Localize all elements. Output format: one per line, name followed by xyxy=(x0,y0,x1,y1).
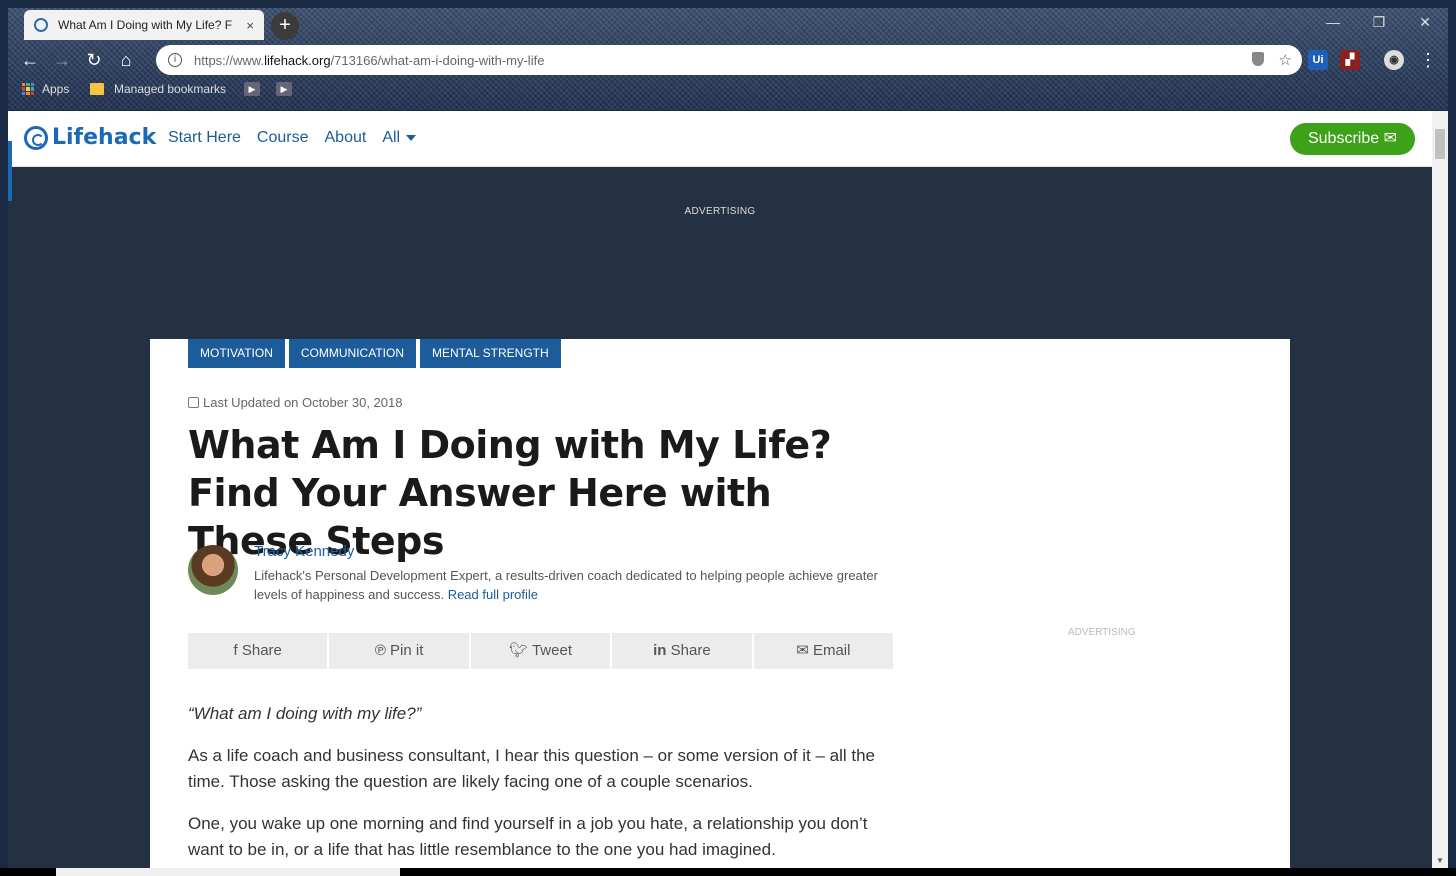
read-full-profile-link[interactable]: Read full profile xyxy=(448,587,538,602)
reload-icon[interactable]: ↻ xyxy=(82,48,106,72)
nav-all-label: All xyxy=(382,129,401,146)
desktop-frame: What Am I Doing with My Life? F × + — ❐ … xyxy=(0,0,1456,876)
category-motivation[interactable]: MOTIVATION xyxy=(188,339,285,368)
category-communication[interactable]: COMMUNICATION xyxy=(288,339,416,368)
bookmark-apps[interactable]: Apps xyxy=(22,82,69,96)
author-bio: Lifehack's Personal Development Expert, … xyxy=(254,566,904,604)
page-scrollbar[interactable]: ▼ xyxy=(1432,111,1448,869)
bookmark-managed-label: Managed bookmarks xyxy=(114,82,227,96)
nav-course[interactable]: Course xyxy=(257,129,309,147)
taskbar-window[interactable] xyxy=(56,868,400,876)
share-pinterest-label: Pin it xyxy=(390,642,424,659)
taskbar xyxy=(0,868,1456,876)
bookmarks-bar: Apps Managed bookmarks ▶ ▶ xyxy=(8,80,1448,104)
left-edge-strip xyxy=(8,141,12,201)
pinterest-icon: ℗ xyxy=(374,642,386,659)
subscribe-label: Subscribe xyxy=(1307,130,1380,147)
envelope-icon: ✉ xyxy=(796,642,809,659)
facebook-icon: f xyxy=(233,642,238,659)
subscribe-button[interactable]: Subscribe ✉ xyxy=(1290,123,1415,155)
bookmark-play-1[interactable]: ▶ xyxy=(244,82,260,96)
site-navbar: Lifehack Start Here Course About All Sub… xyxy=(8,111,1432,167)
share-linkedin-button[interactable]: in Share xyxy=(612,633,752,669)
caret-down-icon xyxy=(406,134,417,141)
author-avatar[interactable] xyxy=(188,545,238,595)
new-tab-button[interactable]: + xyxy=(271,12,299,40)
lifehack-logo[interactable]: Lifehack xyxy=(24,125,156,150)
category-tags: MOTIVATION COMMUNICATION MENTAL STRENGTH xyxy=(188,339,561,368)
url-text[interactable]: https://www.lifehack.org/713166/what-am-… xyxy=(194,53,544,68)
home-icon[interactable]: ⌂ xyxy=(114,48,138,72)
article-paragraph: As a life coach and business consultant,… xyxy=(188,746,875,791)
blocked-content-icon[interactable] xyxy=(1252,52,1264,66)
share-bar: f Share ℗ Pin it 🐦︎ Tweet in Share ✉ Ema… xyxy=(188,633,894,669)
play-bookmark-icon: ▶ xyxy=(276,82,292,96)
bookmark-managed[interactable]: Managed bookmarks xyxy=(90,82,226,96)
share-facebook-label: Share xyxy=(241,642,282,659)
tab-close-icon[interactable]: × xyxy=(246,18,254,33)
scroll-down-icon[interactable]: ▼ xyxy=(1436,856,1444,865)
article-body: “What am I doing with my life?” As a lif… xyxy=(188,701,893,869)
tab-title: What Am I Doing with My Life? F xyxy=(58,18,233,32)
restore-icon[interactable]: ❐ xyxy=(1356,8,1402,38)
apps-grid-icon xyxy=(22,83,34,95)
author-name[interactable]: Tracy Kennedy xyxy=(254,543,354,560)
bookmark-star-icon[interactable]: ☆ xyxy=(1279,51,1292,69)
bookmark-apps-label: Apps xyxy=(42,82,70,96)
logo-text: Lifehack xyxy=(52,125,157,150)
article-card: MOTIVATION COMMUNICATION MENTAL STRENGTH… xyxy=(150,339,1290,869)
article-paragraph: “What am I doing with my life?” xyxy=(188,704,422,723)
site-info-icon[interactable]: i xyxy=(168,53,182,67)
lifehack-logo-icon xyxy=(24,125,48,150)
share-email-label: Email xyxy=(812,642,851,659)
envelope-icon: ✉ xyxy=(1383,130,1397,147)
browser-tab[interactable]: What Am I Doing with My Life? F × xyxy=(24,10,264,40)
edit-icon xyxy=(188,397,199,408)
site-favicon-icon xyxy=(34,18,48,32)
share-pinterest-button[interactable]: ℗ Pin it xyxy=(329,633,469,669)
menu-kebab-icon[interactable]: ⋮ xyxy=(1416,48,1440,72)
category-mental-strength[interactable]: MENTAL STRENGTH xyxy=(420,339,561,368)
profile-avatar-icon[interactable]: ◉ xyxy=(1384,50,1404,70)
share-twitter-button[interactable]: 🐦︎ Tweet xyxy=(470,633,611,669)
play-bookmark-icon: ▶ xyxy=(244,82,260,96)
author-bio-text: Lifehack's Personal Development Expert, … xyxy=(254,568,878,602)
share-facebook-button[interactable]: f Share xyxy=(188,633,328,669)
uipath-extension-icon[interactable]: Ui xyxy=(1308,50,1328,70)
pdf-extension-icon[interactable]: ▞ xyxy=(1340,50,1360,70)
share-linkedin-label: Share xyxy=(670,642,711,659)
back-icon[interactable]: ← xyxy=(18,48,42,72)
bookmark-play-2[interactable]: ▶ xyxy=(276,82,292,96)
nav-start-here[interactable]: Start Here xyxy=(168,129,241,147)
nav-about[interactable]: About xyxy=(325,129,367,147)
forward-icon[interactable]: → xyxy=(50,48,74,72)
web-page: Lifehack Start Here Course About All Sub… xyxy=(8,111,1432,869)
nav-all-dropdown[interactable]: All xyxy=(382,129,417,147)
scrollbar-thumb[interactable] xyxy=(1435,129,1445,159)
sidebar-ad-label: ADVERTISING xyxy=(1068,627,1136,638)
address-bar[interactable]: i https://www.lifehack.org/713166/what-a… xyxy=(156,45,1302,75)
linkedin-icon: in xyxy=(653,642,667,659)
close-window-icon[interactable]: ✕ xyxy=(1402,8,1448,38)
top-ad-label: ADVERTISING xyxy=(684,206,756,217)
share-twitter-label: Tweet xyxy=(531,642,572,659)
folder-icon xyxy=(90,83,104,95)
twitter-icon: 🐦︎ xyxy=(509,642,529,659)
last-updated-text: Last Updated on October 30, 2018 xyxy=(203,395,403,410)
main-nav: Start Here Course About All xyxy=(168,129,417,147)
last-updated: Last Updated on October 30, 2018 xyxy=(188,395,402,410)
minimize-icon[interactable]: — xyxy=(1310,8,1356,38)
article-paragraph: One, you wake up one morning and find yo… xyxy=(188,814,868,859)
browser-toolbar: ← → ↻ ⌂ i https://www.lifehack.org/71316… xyxy=(8,40,1448,80)
share-email-button[interactable]: ✉ Email xyxy=(753,633,894,669)
